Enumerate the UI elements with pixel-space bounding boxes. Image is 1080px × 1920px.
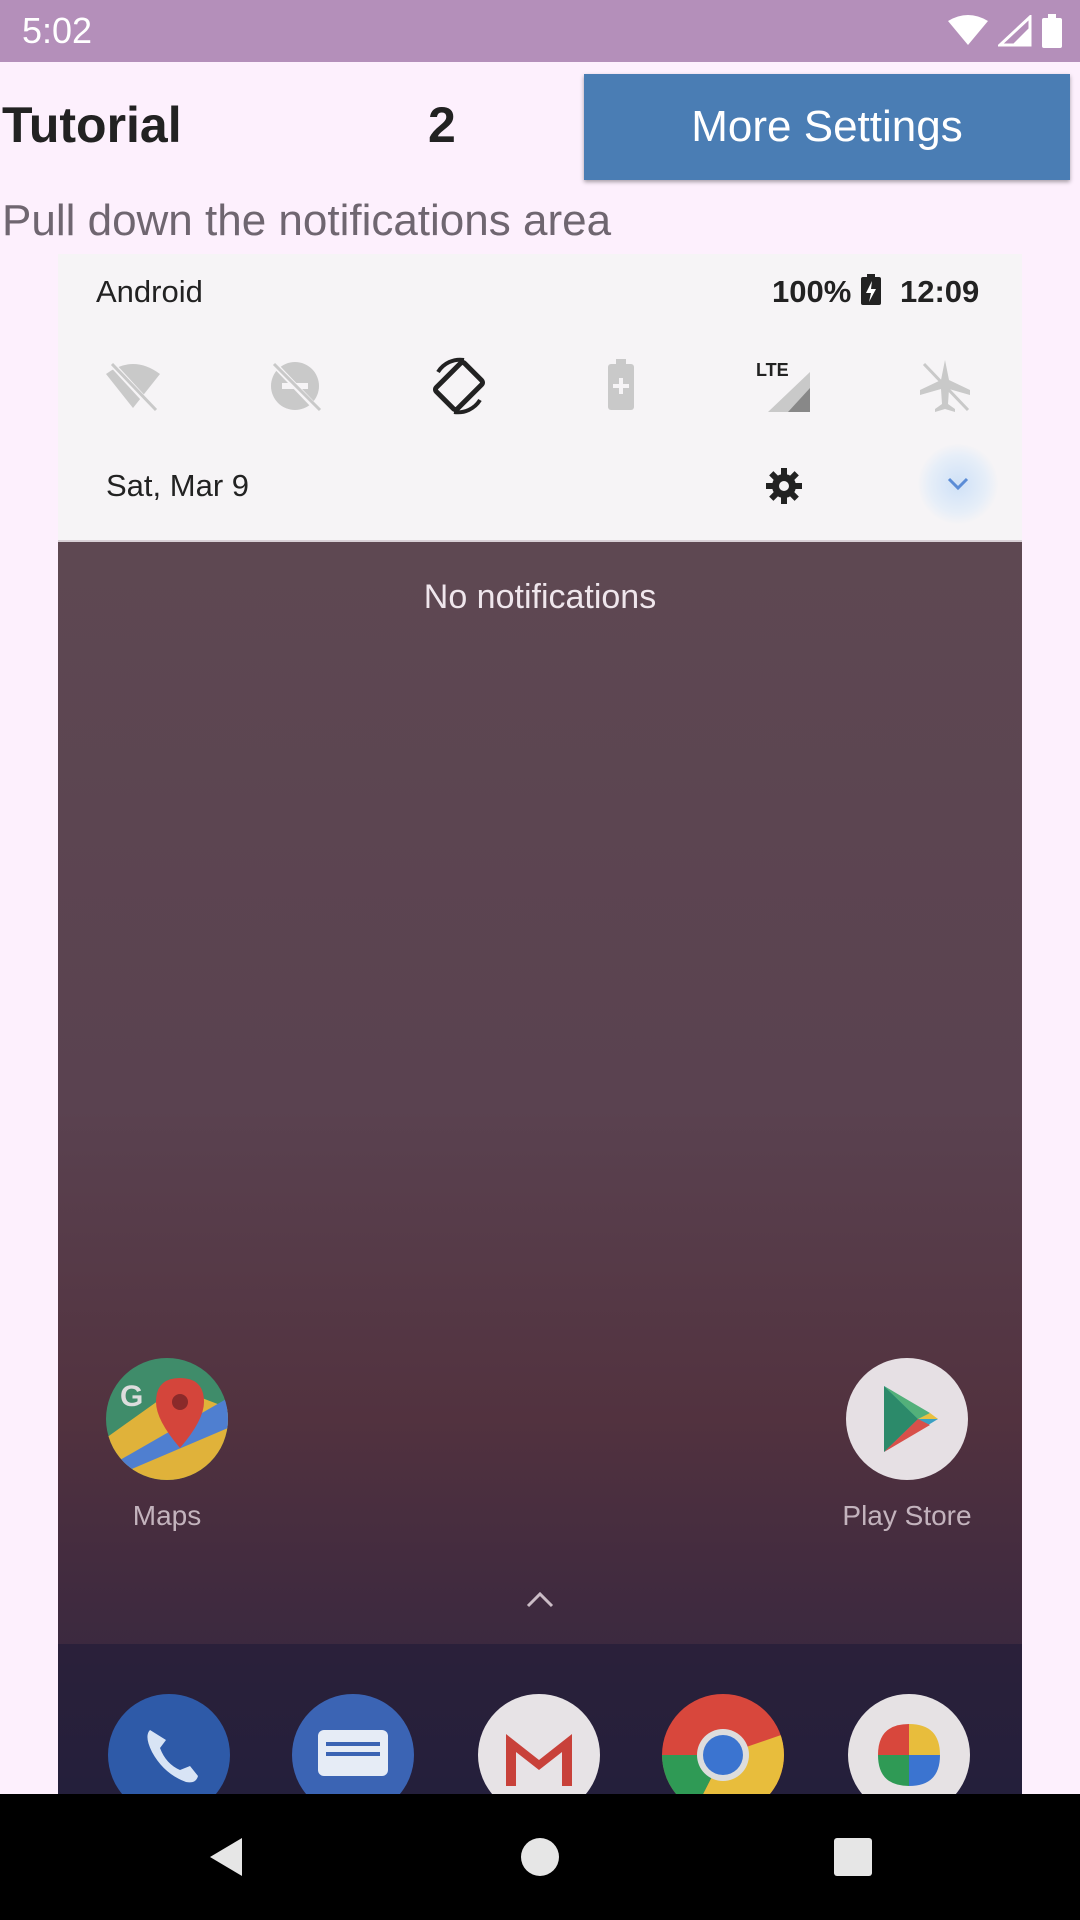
chevron-up-icon xyxy=(526,1591,554,1608)
messages-icon xyxy=(292,1694,414,1794)
phone-icon xyxy=(108,1694,230,1794)
notification-shade: Android 100% 12:09 LTE Sat, Mar 9 xyxy=(58,254,1022,542)
shade-date: Sat, Mar 9 xyxy=(106,468,249,503)
svg-text:G: G xyxy=(120,1380,143,1413)
battery-icon xyxy=(1042,14,1062,48)
play-store-icon xyxy=(846,1358,968,1480)
photos-icon xyxy=(848,1694,970,1794)
charging-battery-icon xyxy=(861,274,881,305)
play-store-app: Play Store xyxy=(842,1358,972,1532)
expand-button xyxy=(918,444,998,524)
status-time: 5:02 xyxy=(22,10,93,51)
more-settings-button[interactable]: More Settings xyxy=(584,74,1070,180)
svg-text:LTE: LTE xyxy=(756,360,789,380)
status-bar: 5:02 xyxy=(0,0,1080,62)
tutorial-image: Android 100% 12:09 LTE Sat, Mar 9 No not… xyxy=(58,254,1022,1794)
navigation-bar xyxy=(0,1794,1080,1920)
no-notifications-text: No notifications xyxy=(423,578,657,616)
status-icons xyxy=(948,12,1062,50)
settings-gear-icon xyxy=(766,468,802,504)
chrome-icon xyxy=(662,1694,784,1794)
auto-rotate-icon xyxy=(432,357,486,415)
home-button[interactable] xyxy=(517,1834,563,1880)
airplane-mode-icon xyxy=(920,360,970,412)
app-dock xyxy=(58,1644,1022,1794)
wifi-icon xyxy=(948,15,988,45)
shade-battery-level: 100% xyxy=(772,274,852,309)
step-number: 2 xyxy=(428,97,456,153)
recents-button[interactable] xyxy=(830,1834,876,1880)
gmail-icon xyxy=(478,1694,600,1794)
play-store-label: Play Store xyxy=(842,1500,972,1531)
signal-icon xyxy=(998,15,1032,47)
maps-label: Maps xyxy=(132,1500,202,1531)
chevron-down-icon xyxy=(947,477,969,491)
shade-clock: 12:09 xyxy=(900,274,980,309)
wifi-off-icon xyxy=(106,359,160,415)
battery-saver-icon xyxy=(608,359,634,410)
instruction-text: Pull down the notifications area xyxy=(2,196,612,245)
dnd-off-icon xyxy=(269,359,323,415)
maps-app: G Maps xyxy=(102,1358,232,1532)
shade-carrier: Android xyxy=(96,274,203,309)
mobile-data-icon: LTE xyxy=(756,360,810,412)
page-title: Tutorial xyxy=(2,97,182,153)
back-button[interactable] xyxy=(204,1834,250,1880)
maps-icon: G xyxy=(106,1358,228,1480)
